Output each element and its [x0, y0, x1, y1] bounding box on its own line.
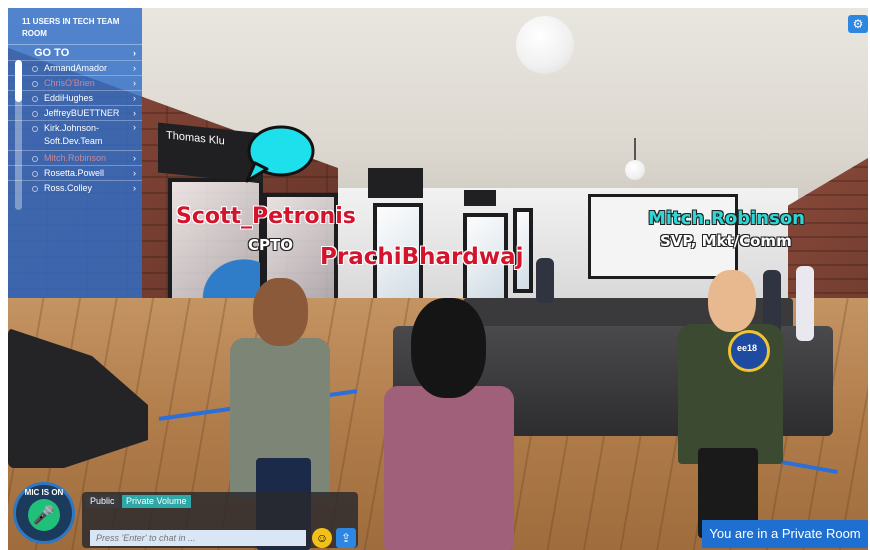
upload-icon: ⇪ — [340, 531, 352, 545]
chevron-right-icon: › — [133, 48, 136, 58]
user-name-label: JeffreyBUETTNER — [44, 108, 120, 118]
user-list-item[interactable]: Ross.Colley › — [8, 180, 142, 195]
chevron-right-icon: › — [133, 122, 136, 132]
user-name-label: Mitch.Robinson — [44, 153, 107, 163]
microphone-icon: 🎤 — [28, 499, 60, 531]
user-list-item[interactable]: ArmandAmador › — [8, 60, 142, 75]
event-badge: ee18 — [728, 330, 770, 372]
tab-public[interactable]: Public — [86, 495, 119, 508]
vr-scene[interactable]: Thomas Klu ee18 Scott_Petronis CPTO Prac… — [8, 8, 868, 550]
avatar-role-scott: CPTO — [248, 236, 293, 254]
emoji-button[interactable]: ☺ — [312, 528, 332, 548]
avatar-head[interactable] — [708, 270, 756, 332]
status-dot-icon — [32, 171, 38, 177]
chevron-right-icon: › — [133, 153, 136, 163]
avatar-role-mitch: SVP, Mkt/Comm — [660, 232, 792, 250]
chat-input[interactable] — [90, 530, 306, 546]
status-dot-icon — [32, 66, 38, 72]
scrollbar-thumb[interactable] — [15, 60, 22, 102]
status-dot-icon — [32, 111, 38, 117]
user-list-panel[interactable]: 11 USERS IN TECH TEAM ROOM GO TO › Arman… — [8, 8, 142, 298]
avatar-name-mitch[interactable]: Mitch.Robinson — [648, 208, 805, 229]
user-list-item[interactable]: JeffreyBUETTNER › — [8, 105, 142, 120]
user-list-item[interactable]: Rosetta.Powell › — [8, 165, 142, 180]
avatar-body[interactable] — [384, 386, 514, 550]
avatar-name-scott[interactable]: Scott_Petronis — [176, 204, 356, 229]
chevron-right-icon: › — [133, 183, 136, 193]
user-list-item[interactable]: Mitch.Robinson › — [8, 150, 142, 165]
goto-label: GO TO — [34, 47, 70, 59]
chevron-right-icon: › — [133, 93, 136, 103]
mic-toggle-button[interactable]: MIC IS ON 🎤 — [13, 482, 75, 544]
room-sign-small — [368, 168, 423, 198]
user-name-label: EddiHughes — [44, 93, 94, 103]
smiley-icon: ☺ — [315, 531, 329, 545]
status-dot-icon — [32, 81, 38, 87]
ceiling-lamp — [516, 16, 574, 74]
avatar-head[interactable] — [253, 278, 308, 346]
chevron-right-icon: › — [133, 63, 136, 73]
goto-header[interactable]: GO TO › — [8, 44, 142, 60]
avatar[interactable] — [796, 266, 814, 341]
user-list-title: 11 USERS IN TECH TEAM ROOM — [22, 17, 120, 38]
chevron-right-icon: › — [133, 168, 136, 178]
user-list: ArmandAmador › ChrisO'Brien › EddiHughes › Jef… — [8, 60, 142, 195]
user-name-label: ArmandAmador — [44, 63, 108, 73]
upload-button[interactable]: ⇪ — [336, 528, 356, 548]
avatar[interactable] — [536, 258, 554, 303]
user-name-label: Rosetta.Powell — [44, 168, 105, 178]
speech-bubble-icon — [245, 125, 315, 183]
status-dot-icon — [32, 156, 38, 162]
chat-panel: Public Private Volume ☺ ⇪ — [82, 492, 358, 548]
chevron-right-icon: › — [133, 78, 136, 88]
gear-icon: ⚙ — [852, 17, 864, 31]
user-name-label: ChrisO'Brien — [44, 78, 95, 88]
user-list-item[interactable]: EddiHughes › — [8, 90, 142, 105]
chevron-right-icon: › — [133, 108, 136, 118]
avatar-name-prachi[interactable]: PrachiBhardwaj — [320, 244, 524, 270]
status-dot-icon — [32, 126, 38, 132]
user-list-item[interactable]: ChrisO'Brien › — [8, 75, 142, 90]
private-room-banner: You are in a Private Room — [702, 520, 868, 548]
user-name-label: Ross.Colley — [44, 183, 93, 193]
lamp-cord — [634, 138, 636, 162]
mic-status-label: MIC IS ON — [24, 488, 64, 497]
user-name-label: Kirk.Johnson-Soft.Dev.Team — [44, 123, 103, 146]
settings-button[interactable]: ⚙ — [848, 15, 868, 33]
status-dot-icon — [32, 96, 38, 102]
ceiling-lamp — [625, 160, 645, 180]
tab-private-volume[interactable]: Private Volume — [122, 495, 191, 508]
room-sign-small — [464, 190, 496, 206]
avatar-head[interactable] — [411, 298, 486, 398]
status-dot-icon — [32, 186, 38, 192]
user-list-item[interactable]: Kirk.Johnson-Soft.Dev.Team › — [8, 120, 142, 150]
